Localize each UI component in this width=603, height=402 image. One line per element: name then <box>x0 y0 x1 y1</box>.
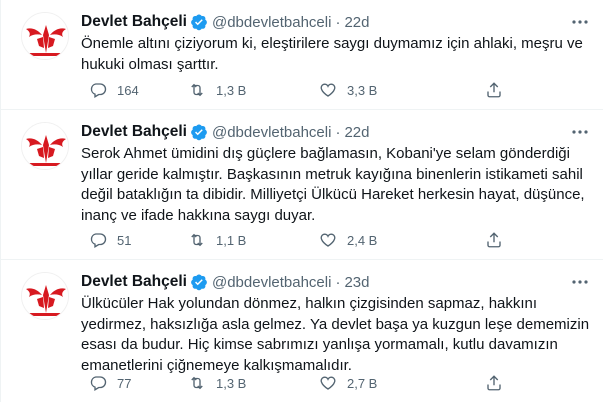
tweet-text: Serok Ahmet ümidini dış güçlere bağlamas… <box>81 144 586 226</box>
like-count: 2,7 B <box>347 375 378 391</box>
heart-icon <box>320 83 336 97</box>
tweet-text-line: hukuki olması şarttır. <box>81 55 219 73</box>
more-options-button[interactable] <box>570 122 590 142</box>
author-name[interactable]: Devlet Bahçeli <box>81 13 187 31</box>
heart-icon <box>320 233 336 247</box>
reply-count: 77 <box>117 375 132 391</box>
tweet-text-line: değil bataklığın ta dibidir. Milliyetçi … <box>81 186 585 203</box>
tweet-text: Ülkücüler Hak yolundan dönmez, halkın çi… <box>81 294 590 376</box>
reply-button[interactable]: 77 <box>89 374 131 392</box>
author-name[interactable]: Devlet Bahçeli <box>81 273 187 291</box>
tweet-header: Devlet Bahçeli @dbdevletbahceli · 22d <box>81 122 369 142</box>
share-button[interactable] <box>485 374 503 392</box>
avatar[interactable] <box>21 122 69 170</box>
retweet-button[interactable]: 1,3 B <box>188 81 246 99</box>
retweet-button[interactable]: 1,1 B <box>188 231 246 249</box>
verified-badge-icon <box>191 14 207 31</box>
reply-button[interactable]: 51 <box>89 231 131 249</box>
verified-badge-icon <box>191 274 207 291</box>
share-icon <box>487 375 501 391</box>
tweet-text: Önemle altını çiziyorum ki, eleştirilere… <box>81 34 586 75</box>
retweet-icon <box>191 83 203 97</box>
avatar[interactable] <box>21 12 69 60</box>
share-button[interactable] <box>485 81 503 99</box>
like-button[interactable]: 2,4 B <box>319 231 377 249</box>
like-count: 2,4 B <box>347 232 378 248</box>
share-button[interactable] <box>485 231 503 249</box>
avatar[interactable] <box>21 272 69 320</box>
like-button[interactable]: 2,7 B <box>319 374 377 392</box>
tweet-actions: 77 1,3 B 2,7 B <box>81 373 521 393</box>
header-separator: · <box>335 123 341 141</box>
retweet-icon <box>191 233 203 247</box>
tweet-item[interactable]: Devlet Bahçeli @dbdevletbahceli · 22d Ön… <box>1 0 603 110</box>
more-dots-icon <box>572 280 588 284</box>
author-handle[interactable]: @dbdevletbahceli <box>212 14 331 31</box>
retweet-count: 1,3 B <box>216 82 247 98</box>
tweet-time[interactable]: 22d <box>344 124 369 141</box>
reply-button[interactable]: 164 <box>89 81 139 99</box>
retweet-count: 1,1 B <box>216 232 247 248</box>
retweet-button[interactable]: 1,3 B <box>188 374 246 392</box>
retweet-count: 1,3 B <box>216 375 247 391</box>
like-count: 3,3 B <box>347 82 378 98</box>
reply-icon <box>90 376 107 391</box>
share-icon <box>487 82 501 98</box>
more-dots-icon <box>572 130 588 134</box>
party-logo-icon <box>22 13 68 59</box>
share-icon <box>487 232 501 248</box>
party-logo-icon <box>22 273 68 319</box>
tweet-text-line: esası da budur. Hiç kimse sabrımızı yanl… <box>81 336 558 353</box>
tweet-text-line: yedirmez, haksızlığa asla gelmez. Ya dev… <box>81 315 590 333</box>
retweet-icon <box>191 376 203 390</box>
reply-icon <box>90 83 107 98</box>
tweet-timeline: Devlet Bahçeli @dbdevletbahceli · 22d Ön… <box>0 0 603 402</box>
author-handle[interactable]: @dbdevletbahceli <box>212 124 331 141</box>
header-separator: · <box>335 273 341 291</box>
tweet-time[interactable]: 22d <box>344 14 369 31</box>
tweet-item[interactable]: Devlet Bahçeli @dbdevletbahceli · 23d Ül… <box>1 260 603 402</box>
tweet-text-line: yıllar geride kalmıştır. Başkasının metr… <box>81 165 583 183</box>
heart-icon <box>320 376 336 390</box>
header-separator: · <box>335 13 341 31</box>
more-options-button[interactable] <box>570 12 590 32</box>
more-options-button[interactable] <box>570 272 590 292</box>
tweet-text-line: inanç ve ifade hakkına saygı duyar. <box>81 206 316 224</box>
reply-count: 51 <box>117 232 132 248</box>
like-button[interactable]: 3,3 B <box>319 81 377 99</box>
tweet-header: Devlet Bahçeli @dbdevletbahceli · 23d <box>81 272 369 292</box>
more-dots-icon <box>572 20 588 24</box>
author-handle[interactable]: @dbdevletbahceli <box>212 274 331 291</box>
verified-badge-icon <box>191 124 207 141</box>
party-logo-icon <box>22 123 68 169</box>
tweet-actions: 164 1,3 B 3,3 B <box>81 80 521 100</box>
author-name[interactable]: Devlet Bahçeli <box>81 123 187 141</box>
reply-icon <box>90 233 107 248</box>
tweet-time[interactable]: 23d <box>344 274 369 291</box>
tweet-text-line: Ülkücüler Hak yolundan dönmez, halkın çi… <box>81 295 538 312</box>
reply-count: 164 <box>117 82 139 98</box>
tweet-actions: 51 1,1 B 2,4 B <box>81 230 521 250</box>
tweet-text-line: Serok Ahmet ümidini dış güçlere bağlamas… <box>81 145 570 162</box>
tweet-header: Devlet Bahçeli @dbdevletbahceli · 22d <box>81 12 369 32</box>
tweet-text-line: Önemle altını çiziyorum ki, eleştirilere… <box>81 35 583 52</box>
tweet-item[interactable]: Devlet Bahçeli @dbdevletbahceli · 22d Se… <box>1 110 603 260</box>
